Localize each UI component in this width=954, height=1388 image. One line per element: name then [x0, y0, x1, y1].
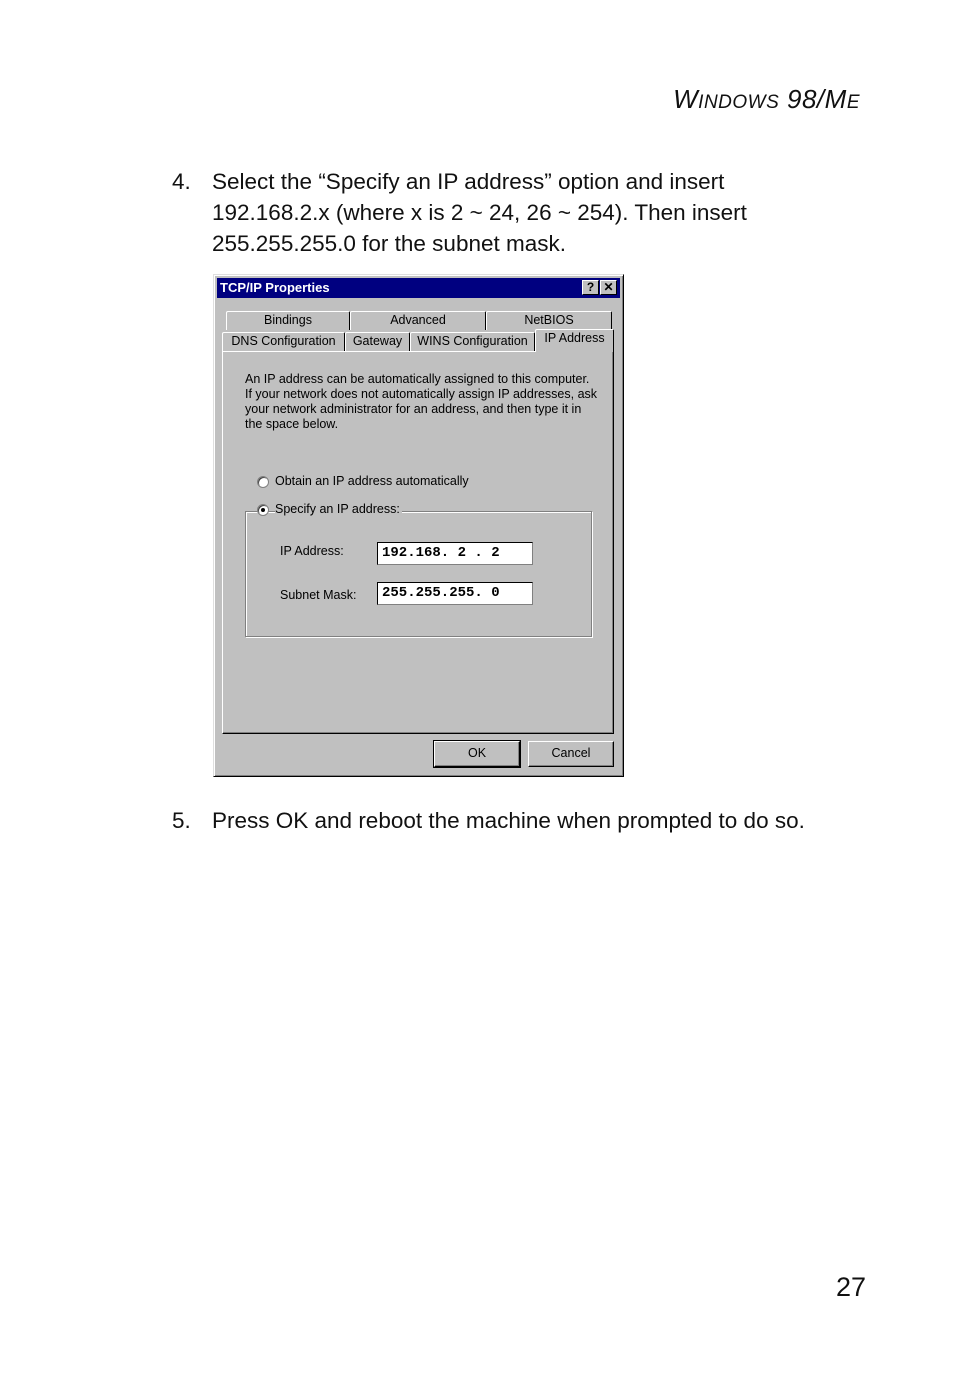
description-text: An IP address can be automatically assig… — [245, 372, 598, 431]
step-text: Press OK and reboot the machine when pro… — [212, 808, 805, 833]
running-head-initial: W — [673, 84, 699, 114]
tab-gateway[interactable]: Gateway — [345, 332, 410, 351]
specify-ip-label[interactable]: Specify an IP address: — [275, 502, 402, 516]
cancel-button[interactable]: Cancel — [528, 741, 614, 767]
step-text: Select the “Specify an IP address” optio… — [212, 169, 747, 256]
close-icon: ✕ — [603, 280, 614, 294]
subnet-mask-label: Subnet Mask: — [280, 588, 357, 602]
tcpip-properties-dialog: TCP/IP Properties ? ✕ Bindings Advanced … — [213, 274, 624, 777]
tab-netbios[interactable]: NetBIOS — [486, 311, 612, 330]
running-head-mid: 98/M — [779, 84, 847, 114]
specify-ip-groupbox: IP Address: 192.168. 2 . 2 Subnet Mask: … — [245, 511, 592, 637]
tab-ip-address[interactable]: IP Address — [535, 329, 614, 352]
running-head: WINDOWS 98/ME — [673, 84, 860, 115]
tab-bindings[interactable]: Bindings — [226, 311, 350, 330]
specify-ip-radio[interactable] — [257, 504, 269, 516]
ok-button[interactable]: OK — [433, 740, 521, 768]
tab-dns-configuration[interactable]: DNS Configuration — [222, 332, 345, 351]
title-bar: TCP/IP Properties ? ✕ — [217, 278, 620, 298]
step-number: 4. — [172, 169, 191, 194]
step-number: 5. — [172, 808, 191, 833]
help-button[interactable]: ? — [582, 280, 599, 295]
tab-advanced[interactable]: Advanced — [350, 311, 486, 330]
running-head-smallcaps: INDOWS — [698, 92, 780, 113]
close-button[interactable]: ✕ — [600, 280, 617, 295]
ip-address-label: IP Address: — [280, 544, 344, 558]
help-icon: ? — [586, 280, 595, 294]
page-number: 27 — [835, 1272, 866, 1302]
running-head-suffix: E — [846, 92, 860, 113]
obtain-ip-label[interactable]: Obtain an IP address automatically — [275, 474, 471, 488]
subnet-mask-input[interactable]: 255.255.255. 0 — [377, 582, 533, 605]
ip-address-input[interactable]: 192.168. 2 . 2 — [377, 542, 533, 565]
obtain-ip-radio[interactable] — [257, 476, 269, 488]
ip-address-panel: An IP address can be automatically assig… — [222, 351, 614, 734]
tab-wins-configuration[interactable]: WINS Configuration — [410, 332, 535, 351]
dialog-title: TCP/IP Properties — [220, 280, 330, 295]
